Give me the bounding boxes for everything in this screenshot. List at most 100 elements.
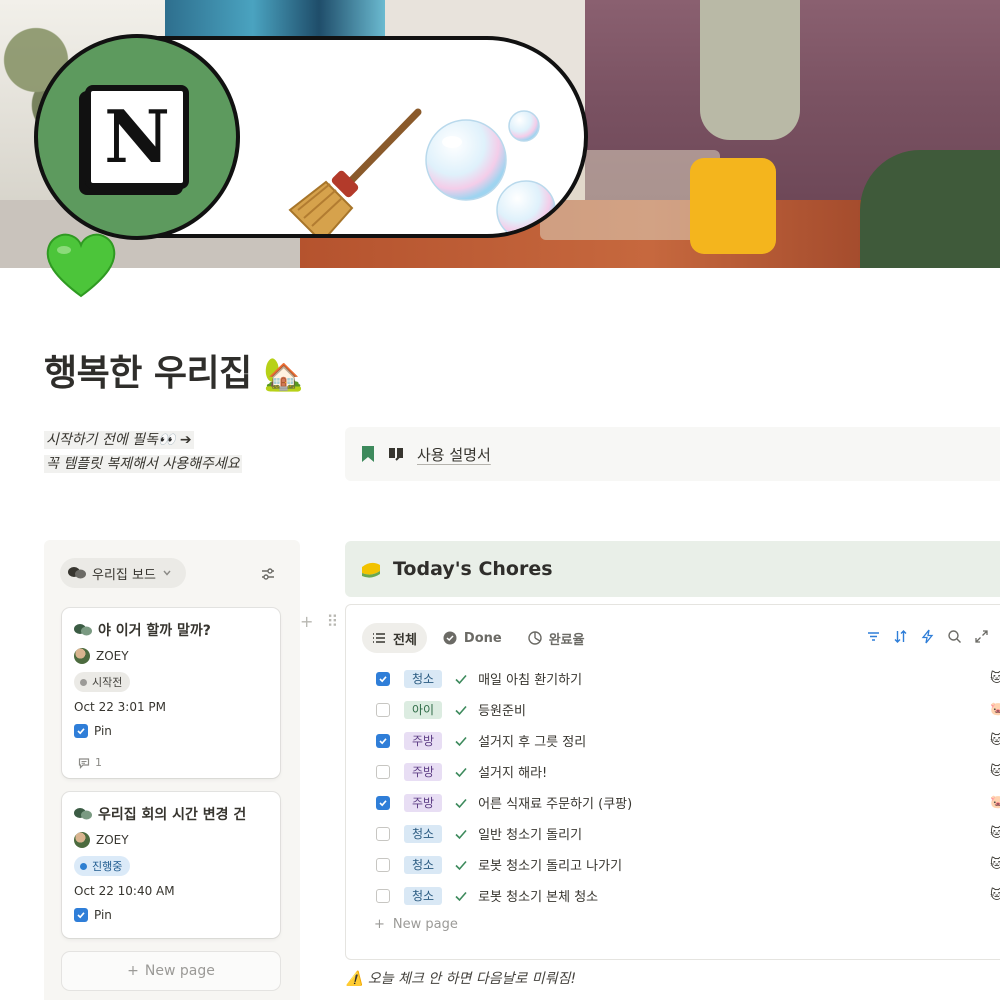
checkmark-icon	[379, 675, 387, 682]
comment-count[interactable]: 1	[78, 756, 102, 769]
category-tag: 청소	[404, 824, 443, 843]
tab-done[interactable]: Done	[433, 623, 512, 653]
chore-title[interactable]: 일반 청소기 돌리기	[478, 824, 582, 843]
table-row[interactable]: 청소 매일 아침 환기하기 🐱	[376, 663, 1000, 694]
notion-logo-letter: N	[104, 94, 170, 179]
card-title: 우리집 회의 시간 변경 건	[74, 804, 246, 824]
done-checkbox[interactable]	[376, 671, 390, 686]
search-icon[interactable]	[947, 629, 962, 644]
table-row[interactable]: 주방 어른 식재료 주문하기 (쿠팡) 🐷	[376, 787, 1000, 818]
done-checkbox[interactable]	[376, 826, 390, 841]
tab-label: Done	[463, 630, 502, 646]
done-checkbox[interactable]	[376, 795, 390, 810]
settings-sliders-icon[interactable]	[260, 566, 276, 582]
assignee-emoji: 🐷	[990, 795, 1000, 810]
guide-link[interactable]: 사용 설명서	[345, 427, 1000, 481]
card-pin[interactable]: Pin	[74, 908, 112, 922]
green-heart-icon[interactable]	[44, 228, 118, 302]
filter-icon[interactable]	[866, 629, 881, 644]
chevron-down-icon	[163, 570, 171, 576]
chore-list: 청소 매일 아침 환기하기 🐱 아이 등원준비 🐷 주방 설거지 후 그릇 정리 🐱 주방 설거지 …	[376, 663, 1000, 911]
page-title[interactable]: 행복한 우리집 🏡	[44, 344, 304, 396]
status-badge: 진행중	[74, 856, 131, 876]
assignee-emoji: 🐱	[990, 764, 1000, 779]
chore-title[interactable]: 등원준비	[478, 700, 526, 719]
category-tag: 청소	[404, 855, 443, 874]
status-dot	[80, 862, 87, 870]
board-new-page-button[interactable]: + New page	[62, 952, 280, 990]
lightning-icon[interactable]	[920, 629, 935, 644]
chore-title[interactable]: 설거지 후 그릇 정리	[478, 731, 586, 750]
warning-note: ⚠️ 오늘 체크 안 하면 다음날로 미뤄짐!	[346, 971, 577, 987]
drag-handle-icon[interactable]: + ⠿	[300, 612, 342, 631]
card-title-text: 우리집 회의 시간 변경 건	[98, 807, 247, 823]
category-tag: 주방	[404, 793, 443, 812]
card-date: Oct 22 3:01 PM	[74, 700, 166, 714]
chore-title[interactable]: 로봇 청소기 돌리고 나가기	[478, 855, 622, 874]
intro-text: 시작하기 전에 필독👀 ➔ 꼭 템플릿 복제해서 사용해주세요	[44, 428, 314, 476]
table-row[interactable]: 청소 로봇 청소기 돌리고 나가기 🐱	[376, 849, 1000, 880]
chore-title[interactable]: 설거지 해라!	[478, 762, 547, 781]
board-card[interactable]: 야 이거 할까 말까? ZOEY 시작전 Oct 22 3:01 PM Pin …	[62, 608, 280, 778]
pin-checkbox[interactable]	[74, 908, 88, 922]
category-tag: 청소	[404, 886, 443, 905]
board-view-selector[interactable]: 우리집 보드	[60, 558, 186, 588]
pin-checkbox[interactable]	[74, 724, 88, 738]
check-icon	[455, 736, 467, 746]
pin-label: Pin	[94, 724, 112, 738]
expand-icon[interactable]	[974, 629, 989, 644]
broom-icon	[288, 108, 422, 234]
assignee-emoji: 🐱	[990, 826, 1000, 841]
card-assignee: ZOEY	[74, 832, 129, 848]
intro-line-1: 시작하기 전에 필독👀 ➔	[44, 431, 194, 449]
table-row[interactable]: 주방 설거지 해라! 🐱	[376, 756, 1000, 787]
house-icon: 🏡	[263, 355, 304, 393]
chore-title[interactable]: 어른 식재료 주문하기 (쿠팡)	[478, 793, 632, 812]
checkmark-icon	[379, 737, 387, 744]
table-row[interactable]: 청소 로봇 청소기 본체 청소 🐱	[376, 880, 1000, 911]
assignee-emoji: 🐱	[990, 671, 1000, 686]
check-icon	[455, 891, 467, 901]
cover-yellow-stool	[690, 158, 776, 254]
check-icon	[455, 767, 467, 777]
check-icon	[455, 860, 467, 870]
table-row[interactable]: 아이 등원준비 🐷	[376, 694, 1000, 725]
assignee-emoji: 🐷	[990, 702, 1000, 717]
done-checkbox[interactable]	[376, 888, 390, 903]
check-icon	[455, 829, 467, 839]
guide-label[interactable]: 사용 설명서	[417, 444, 491, 465]
done-checkbox[interactable]	[376, 733, 390, 748]
board-card[interactable]: 우리집 회의 시간 변경 건 ZOEY 진행중 Oct 22 10:40 AM …	[62, 792, 280, 938]
chat-bubbles-icon	[74, 624, 92, 636]
done-checkbox[interactable]	[376, 764, 390, 779]
checkmark-icon	[77, 728, 85, 735]
tab-completion-rate[interactable]: 완료율	[518, 623, 595, 653]
sort-icon[interactable]	[893, 629, 908, 644]
check-circle-icon	[443, 631, 457, 645]
check-icon	[455, 798, 467, 808]
view-tabs: 전체 Done 완료율	[362, 623, 595, 653]
card-title-text: 야 이거 할까 말까?	[98, 623, 211, 639]
checkmark-icon	[77, 912, 85, 919]
chore-title[interactable]: 매일 아침 환기하기	[478, 669, 582, 688]
cover-painting	[165, 0, 385, 40]
chores-new-page-button[interactable]: + New page	[374, 917, 458, 932]
bookmark-icon	[362, 446, 374, 462]
pie-chart-icon	[528, 631, 542, 645]
card-assignee: ZOEY	[74, 648, 129, 664]
done-checkbox[interactable]	[376, 857, 390, 872]
status-badge: 시작전	[74, 672, 131, 692]
done-checkbox[interactable]	[376, 702, 390, 717]
chore-title[interactable]: 로봇 청소기 본체 청소	[478, 886, 598, 905]
tab-label: 전체	[393, 632, 417, 648]
plus-icon: +	[374, 917, 385, 932]
pin-label: Pin	[94, 908, 112, 922]
assignee-emoji: 🐱	[990, 733, 1000, 748]
cover-blanket	[700, 0, 800, 140]
tab-all[interactable]: 전체	[362, 623, 427, 653]
table-row[interactable]: 청소 일반 청소기 돌리기 🐱	[376, 818, 1000, 849]
plus-icon: +	[127, 963, 139, 979]
status-text: 진행중	[92, 860, 123, 873]
table-row[interactable]: 주방 설거지 후 그릇 정리 🐱	[376, 725, 1000, 756]
card-pin[interactable]: Pin	[74, 724, 112, 738]
